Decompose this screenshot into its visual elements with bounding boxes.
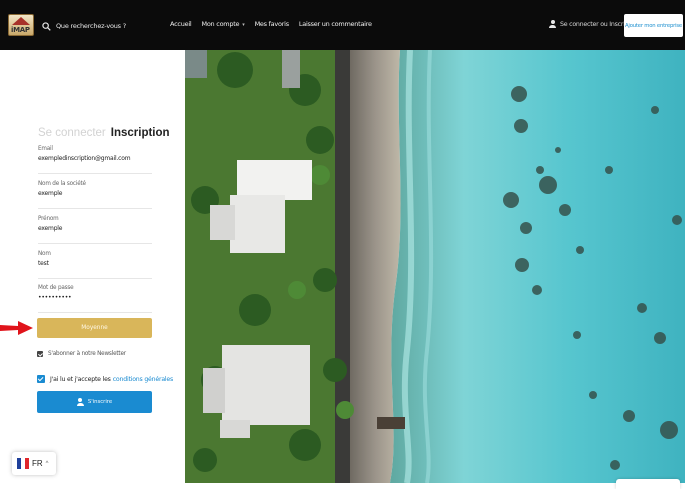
firstname-label: Prénom — [38, 216, 59, 222]
password-field[interactable]: Mot de passe •••••••••• — [38, 285, 152, 313]
tab-login[interactable]: Se connecter — [38, 127, 106, 139]
top-navbar: iMAP Que recherchez-vous ? Accueil Mon c… — [0, 0, 685, 50]
logo-roof-shape — [12, 17, 30, 25]
annotation-arrow-icon — [0, 321, 33, 335]
lastname-field[interactable]: Nom test — [38, 251, 152, 279]
terms-prefix: J'ai lu et j'accepte les — [50, 375, 111, 383]
logo-lettering: iMAP — [11, 26, 30, 34]
newsletter-row[interactable]: S'abonner à notre Newsletter — [37, 351, 126, 357]
language-code: FR — [32, 459, 43, 468]
signup-panel: Se connecter Inscription Email exempledi… — [0, 50, 185, 483]
user-icon — [549, 20, 556, 28]
newsletter-checkbox[interactable] — [37, 351, 43, 357]
email-field[interactable]: Email exempledinscription@gmail.com — [38, 146, 152, 174]
flag-stripe-red — [25, 458, 29, 469]
terms-checkbox[interactable] — [37, 375, 45, 383]
password-strength-button[interactable]: Moyenne — [37, 318, 152, 338]
aerial-coast-image — [185, 50, 685, 483]
search-icon — [42, 21, 51, 31]
language-selector[interactable]: FR ^ — [12, 452, 56, 475]
search-label: Que recherchez-vous ? — [56, 22, 126, 30]
search-button[interactable]: Que recherchez-vous ? — [42, 19, 126, 33]
chevron-up-icon: ^ — [45, 460, 49, 467]
nav-item-mon-compte[interactable]: Mon compte ▾ — [201, 20, 244, 28]
tab-signup[interactable]: Inscription — [111, 127, 170, 139]
terms-row[interactable]: J'ai lu et j'accepte les conditions génér… — [37, 375, 173, 383]
password-label: Mot de passe — [38, 285, 74, 291]
company-value[interactable]: exemple — [38, 190, 152, 197]
company-label: Nom de la société — [38, 181, 86, 187]
email-value[interactable]: exempledinscription@gmail.com — [38, 155, 152, 162]
auth-tabs: Se connecter Inscription — [38, 127, 170, 139]
terms-label: J'ai lu et j'accepte les conditions génér… — [50, 376, 173, 383]
terms-link[interactable]: conditions générales — [113, 376, 174, 383]
company-field[interactable]: Nom de la société exemple — [38, 181, 152, 209]
site-logo[interactable]: iMAP — [8, 14, 34, 36]
hero-aerial-image — [185, 50, 685, 483]
email-label: Email — [38, 146, 53, 152]
lastname-label: Nom — [38, 251, 51, 257]
nav-item-mon-compte-label: Mon compte — [201, 20, 240, 28]
nav-item-laisser-commentaire[interactable]: Laisser un commentaire — [299, 20, 372, 28]
signup-button[interactable]: S'inscrire — [37, 391, 152, 413]
firstname-field[interactable]: Prénom exemple — [38, 216, 152, 244]
french-flag-icon — [17, 458, 29, 469]
floating-corner-button[interactable] — [616, 479, 680, 489]
firstname-value[interactable]: exemple — [38, 225, 152, 232]
signup-button-label: S'inscrire — [87, 399, 113, 405]
main-nav: Accueil Mon compte ▾ Mes favoris Laisser … — [170, 20, 372, 28]
chevron-down-icon: ▾ — [242, 22, 245, 28]
password-value[interactable]: •••••••••• — [38, 294, 152, 301]
nav-item-mes-favoris[interactable]: Mes favoris — [255, 20, 290, 28]
nav-item-accueil[interactable]: Accueil — [170, 20, 192, 28]
newsletter-label: S'abonner à notre Newsletter — [48, 351, 126, 357]
lastname-value[interactable]: test — [38, 260, 152, 267]
user-icon — [76, 398, 84, 406]
add-business-button[interactable]: Ajouter mon entreprise — [624, 14, 683, 37]
